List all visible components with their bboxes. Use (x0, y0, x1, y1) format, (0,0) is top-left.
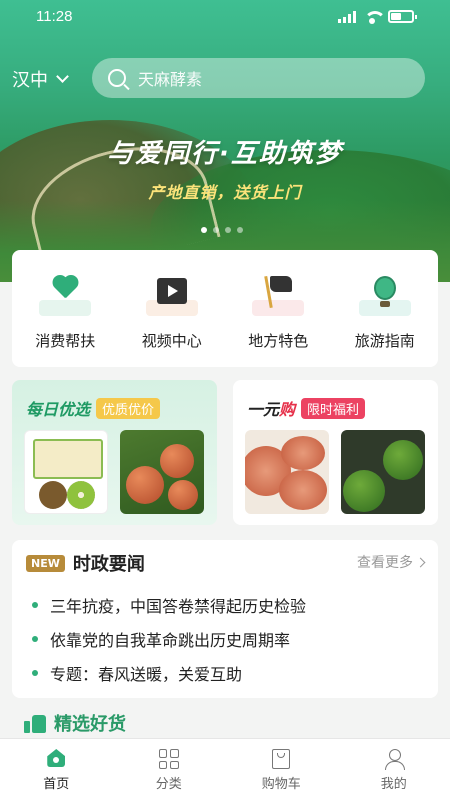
one-yuan-tag: 限时福利 (301, 397, 366, 419)
tab-mine[interactable]: 我的 (338, 739, 450, 800)
product-image-kiwi[interactable] (24, 430, 108, 514)
daily-picks-card[interactable]: 每日优选 优质优价 (12, 380, 217, 525)
city-selector[interactable]: 汉中 (12, 66, 69, 92)
see-more-link[interactable]: 查看更多 (357, 552, 426, 572)
banner-subtitle: 产地直销，送货上门 (148, 183, 302, 202)
news-section: NEW 时政要闻 查看更多 三年抗疫，中国答卷禁得起历史检验 依靠党的自我革命跳… (12, 540, 438, 698)
selected-goods-header: 精选好货 (24, 710, 126, 736)
wifi-icon (364, 11, 386, 24)
banner-pagination (201, 227, 243, 233)
category-local-specialty[interactable]: 地方特色 (233, 275, 323, 367)
banner-slogan: 与爱同行·互助筑梦 (107, 139, 343, 169)
tab-cart[interactable]: 购物车 (225, 739, 338, 800)
signal-icon (338, 11, 356, 23)
news-item[interactable]: 三年抗疫，中国答卷禁得起历史检验 (32, 588, 306, 622)
product-image-fruit[interactable] (120, 430, 204, 514)
status-time: 11:28 (36, 8, 73, 25)
bullet-icon (32, 636, 38, 642)
daily-picks-tag: 优质优价 (96, 397, 161, 419)
category-consumption-help[interactable]: 消费帮扶 (20, 276, 110, 367)
category-label: 地方特色 (248, 332, 309, 350)
category-grid-icon (158, 749, 179, 769)
search-icon (108, 69, 126, 87)
search-input[interactable]: 天麻酵素 (92, 58, 425, 98)
new-badge: NEW (26, 554, 65, 572)
hero-banner[interactable]: 11:28 汉中 天麻酵素 与爱同行·互助筑梦 产地直销，送货上门 (0, 0, 450, 282)
user-icon (384, 749, 405, 770)
heart-hands-icon (51, 276, 79, 302)
chevron-down-icon (56, 70, 69, 83)
video-clapper-icon (156, 278, 187, 304)
category-grid: 消费帮扶 视频中心 地方特色 旅游指南 (12, 250, 438, 367)
chevron-right-icon (415, 557, 426, 567)
bottom-tab-bar: 首页 分类 购物车 我的 (0, 738, 450, 800)
product-image-citrus[interactable] (341, 430, 425, 514)
one-yuan-title: 一元购 (247, 400, 296, 419)
thumbs-up-icon (24, 713, 46, 733)
shopping-cart-icon (272, 749, 291, 769)
search-placeholder: 天麻酵素 (138, 70, 203, 89)
home-icon (45, 749, 67, 769)
pagination-dot[interactable] (225, 227, 231, 233)
city-label: 汉中 (12, 70, 48, 91)
daily-picks-title: 每日优选 (26, 400, 91, 419)
bullet-icon (32, 670, 38, 676)
category-label: 旅游指南 (354, 332, 415, 350)
category-label: 消费帮扶 (35, 332, 96, 350)
news-item[interactable]: 依靠党的自我革命跳出历史周期率 (32, 622, 306, 656)
hot-air-balloon-icon (373, 276, 396, 308)
product-image-persimmon[interactable] (245, 430, 329, 514)
flag-icon (263, 275, 293, 309)
pagination-dot[interactable] (237, 227, 243, 233)
battery-icon (388, 10, 417, 23)
news-title: 时政要闻 (72, 554, 145, 575)
category-travel-guide[interactable]: 旅游指南 (340, 276, 430, 367)
news-item[interactable]: 专题：春风送暖，关爱互助 (32, 656, 306, 690)
category-label: 视频中心 (141, 332, 202, 350)
category-video-center[interactable]: 视频中心 (127, 276, 217, 367)
pagination-dot[interactable] (213, 227, 219, 233)
status-bar: 11:28 (0, 0, 450, 34)
one-yuan-buy-card[interactable]: 一元购 限时福利 (233, 380, 438, 525)
bullet-icon (32, 602, 38, 608)
pagination-dot[interactable] (201, 227, 207, 233)
selected-goods-title: 精选好货 (54, 714, 126, 735)
tab-category[interactable]: 分类 (113, 739, 226, 800)
tab-home[interactable]: 首页 (0, 739, 113, 800)
